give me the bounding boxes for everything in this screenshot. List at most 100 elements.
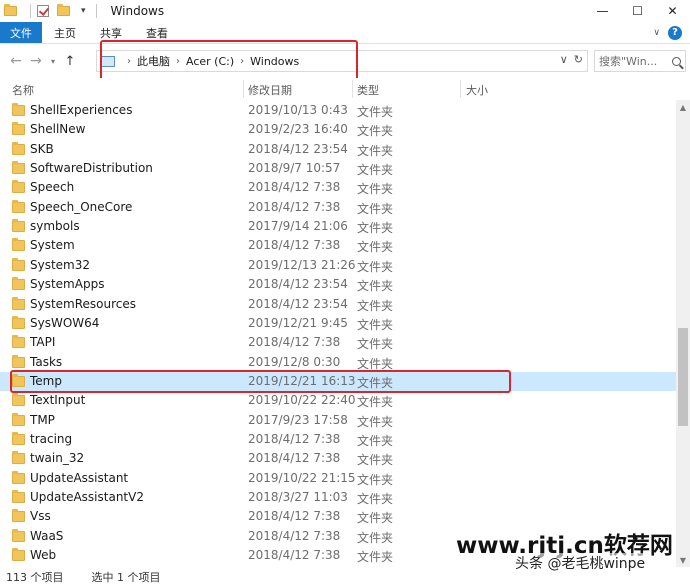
file-name[interactable]: ShellExperiences	[30, 103, 132, 117]
file-type: 文件夹	[357, 376, 394, 390]
recent-locations-dropdown[interactable]: ▾	[46, 57, 60, 66]
file-date: 2018/3/27 11:03	[248, 490, 348, 504]
search-placeholder: 搜索"Win...	[599, 55, 658, 68]
file-name[interactable]: TAPI	[30, 335, 55, 349]
table-row[interactable]: TAPI 2018/4/12 7:38 文件夹	[0, 333, 676, 352]
file-name[interactable]: WaaS	[30, 529, 63, 543]
address-bar[interactable]: › 此电脑 › Acer (C:) › Windows ∨ ↻	[96, 50, 588, 72]
table-row[interactable]: ShellNew 2019/2/23 16:40 文件夹	[0, 120, 676, 139]
file-name[interactable]: UpdateAssistant	[30, 471, 128, 485]
file-type: 文件夹	[357, 415, 394, 429]
divider	[95, 4, 97, 18]
forward-button[interactable]: →	[26, 53, 46, 69]
file-name[interactable]: TMP	[30, 413, 55, 427]
file-date: 2019/12/21 16:13	[248, 374, 356, 388]
this-pc-icon	[101, 55, 115, 67]
file-name[interactable]: System32	[30, 258, 90, 272]
table-row[interactable]: SysWOW64 2019/12/21 9:45 文件夹	[0, 314, 676, 333]
file-name[interactable]: SystemApps	[30, 277, 104, 291]
scroll-down-icon[interactable]: ▼	[676, 553, 690, 567]
table-row[interactable]: System32 2019/12/13 21:26 文件夹	[0, 256, 676, 275]
file-type: 文件夹	[357, 221, 394, 235]
file-name[interactable]: Vss	[30, 509, 51, 523]
tab-share[interactable]: 共享	[88, 22, 134, 43]
maximize-button[interactable]: ☐	[620, 0, 655, 22]
tab-home[interactable]: 主页	[42, 22, 88, 43]
file-name[interactable]: Temp	[30, 374, 62, 388]
properties-check-icon[interactable]	[37, 5, 51, 17]
file-name[interactable]: SysWOW64	[30, 316, 99, 330]
file-name[interactable]: Speech_OneCore	[30, 200, 132, 214]
refresh-icon[interactable]: ↻	[574, 53, 583, 66]
table-row[interactable]: System 2018/4/12 7:38 文件夹	[0, 236, 676, 255]
table-row[interactable]: Speech 2018/4/12 7:38 文件夹	[0, 178, 676, 197]
column-name[interactable]: 名称	[12, 82, 34, 98]
breadcrumb-drive[interactable]: Acer (C:)	[186, 55, 234, 68]
file-name[interactable]: UpdateAssistantV2	[30, 490, 144, 504]
chevron-right-icon[interactable]: ›	[176, 56, 180, 67]
table-row[interactable]: ShellExperiences 2019/10/13 0:43 文件夹	[0, 101, 676, 120]
file-name[interactable]: SKB	[30, 142, 54, 156]
file-name[interactable]: TextInput	[30, 393, 85, 407]
table-row[interactable]: SKB 2018/4/12 23:54 文件夹	[0, 140, 676, 159]
column-type[interactable]: 类型	[357, 82, 379, 98]
up-button[interactable]: ↑	[60, 54, 80, 69]
file-name[interactable]: twain_32	[30, 451, 84, 465]
new-folder-icon[interactable]	[57, 4, 71, 17]
file-list: ShellExperiences 2019/10/13 0:43 文件夹 ShellN…	[0, 101, 676, 567]
address-dropdown-icon[interactable]: ∨	[560, 53, 568, 66]
minimize-button[interactable]: —	[585, 0, 620, 22]
file-type: 文件夹	[357, 492, 394, 506]
table-row[interactable]: UpdateAssistant 2019/10/22 21:15 文件夹	[0, 469, 676, 488]
vertical-scrollbar[interactable]: ▲ ▼	[676, 100, 690, 567]
folder-icon	[12, 490, 25, 503]
chevron-right-icon[interactable]: ›	[127, 56, 131, 67]
table-row[interactable]: Speech_OneCore 2018/4/12 7:38 文件夹	[0, 198, 676, 217]
search-input[interactable]: 搜索"Win...	[594, 50, 686, 72]
file-type: 文件夹	[357, 395, 394, 409]
table-row[interactable]: symbols 2017/9/14 21:06 文件夹	[0, 217, 676, 236]
file-name[interactable]: Web	[30, 548, 56, 562]
column-size[interactable]: 大小	[466, 82, 488, 98]
table-row[interactable]: Vss 2018/4/12 7:38 文件夹	[0, 507, 676, 526]
column-date-modified[interactable]: 修改日期	[248, 82, 292, 98]
table-row[interactable]: SystemApps 2018/4/12 23:54 文件夹	[0, 275, 676, 294]
folder-icon	[12, 180, 25, 193]
folder-icon	[12, 258, 25, 271]
table-row[interactable]: twain_32 2018/4/12 7:38 文件夹	[0, 449, 676, 468]
table-row[interactable]: TextInput 2019/10/22 22:40 文件夹	[0, 391, 676, 410]
breadcrumb-this-pc[interactable]: 此电脑	[137, 53, 170, 69]
file-type: 文件夹	[357, 550, 394, 564]
file-name[interactable]: tracing	[30, 432, 72, 446]
folder-icon	[12, 413, 25, 426]
table-row[interactable]: SystemResources 2018/4/12 23:54 文件夹	[0, 295, 676, 314]
scrollbar-thumb[interactable]	[678, 328, 688, 426]
chevron-right-icon[interactable]: ›	[240, 56, 244, 67]
file-name[interactable]: ShellNew	[30, 122, 85, 136]
table-row-selected[interactable]: Temp 2019/12/21 16:13 文件夹	[0, 372, 676, 391]
tab-view[interactable]: 查看	[134, 22, 180, 43]
scroll-up-icon[interactable]: ▲	[676, 100, 690, 114]
back-button[interactable]: ←	[6, 53, 26, 69]
file-name[interactable]: Tasks	[30, 355, 62, 369]
table-row[interactable]: tracing 2018/4/12 7:38 文件夹	[0, 430, 676, 449]
table-row[interactable]: SoftwareDistribution 2018/9/7 10:57 文件夹	[0, 159, 676, 178]
folder-icon	[12, 161, 25, 174]
table-row[interactable]: Tasks 2019/12/8 0:30 文件夹	[0, 353, 676, 372]
customize-dropdown-icon[interactable]: ▾	[81, 6, 86, 16]
file-date: 2018/4/12 7:38	[248, 238, 341, 252]
table-row[interactable]: UpdateAssistantV2 2018/3/27 11:03 文件夹	[0, 488, 676, 507]
breadcrumb-windows[interactable]: Windows	[250, 55, 299, 68]
file-date: 2018/4/12 7:38	[248, 529, 341, 543]
tab-file[interactable]: 文件	[0, 22, 42, 43]
expand-ribbon-chevron-icon[interactable]: ∨	[653, 28, 660, 38]
file-name[interactable]: System	[30, 238, 75, 252]
file-name[interactable]: SystemResources	[30, 297, 136, 311]
file-name[interactable]: Speech	[30, 180, 74, 194]
help-icon[interactable]: ?	[668, 25, 682, 40]
table-row[interactable]: TMP 2017/9/23 17:58 文件夹	[0, 411, 676, 430]
close-button[interactable]: ✕	[655, 0, 690, 22]
file-name[interactable]: symbols	[30, 219, 80, 233]
file-name[interactable]: SoftwareDistribution	[30, 161, 153, 175]
file-date: 2019/2/23 16:40	[248, 122, 348, 136]
